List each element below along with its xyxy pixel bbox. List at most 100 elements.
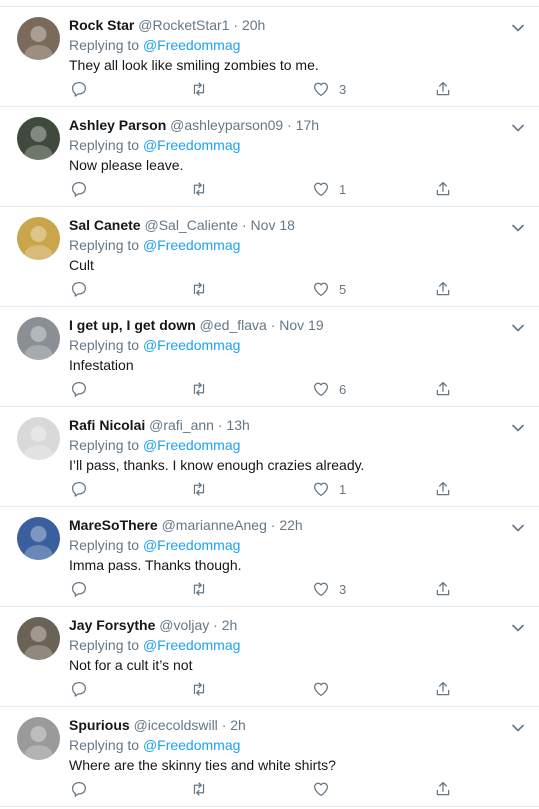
- replying-to-link[interactable]: @Freedommag: [143, 437, 240, 453]
- share-button[interactable]: [434, 79, 452, 99]
- timestamp[interactable]: Nov 19: [279, 317, 323, 333]
- timestamp[interactable]: 2h: [222, 617, 238, 633]
- like-button[interactable]: 5: [312, 279, 346, 299]
- retweet-button[interactable]: [190, 679, 208, 699]
- tweet-actions: 3: [70, 79, 470, 99]
- display-name[interactable]: I get up, I get down: [69, 317, 196, 333]
- replying-to-link[interactable]: @Freedommag: [143, 37, 240, 53]
- share-icon: [436, 181, 450, 196]
- timestamp[interactable]: Nov 18: [251, 217, 295, 233]
- retweet-button[interactable]: [190, 379, 208, 399]
- like-button[interactable]: 3: [312, 579, 346, 599]
- display-name[interactable]: MareSoThere: [69, 517, 158, 533]
- replying-to-link[interactable]: @Freedommag: [143, 637, 240, 653]
- tweet[interactable]: Rafi Nicolai @rafi_ann · 13h Replying to…: [0, 407, 539, 507]
- reply-button[interactable]: [70, 279, 88, 299]
- reply-button[interactable]: [70, 379, 88, 399]
- tweet[interactable]: Spurious @icecoldswill · 2h Replying to …: [0, 707, 539, 807]
- username-handle[interactable]: @ashleyparson09: [170, 117, 283, 133]
- share-button[interactable]: [434, 579, 452, 599]
- share-button[interactable]: [434, 479, 452, 499]
- like-button[interactable]: 1: [312, 179, 346, 199]
- tweet-text: They all look like smiling zombies to me…: [69, 57, 319, 73]
- like-button[interactable]: 3: [312, 79, 346, 99]
- username-handle[interactable]: @marianneAneg: [162, 517, 267, 533]
- replying-to-link[interactable]: @Freedommag: [143, 337, 240, 353]
- username-handle[interactable]: @Sal_Caliente: [144, 217, 238, 233]
- share-button[interactable]: [434, 679, 452, 699]
- chevron-down-icon[interactable]: [511, 521, 525, 535]
- display-name[interactable]: Sal Canete: [69, 217, 141, 233]
- avatar[interactable]: [17, 517, 60, 560]
- tweet[interactable]: I get up, I get down @ed_flava · Nov 19 …: [0, 307, 539, 407]
- avatar[interactable]: [17, 217, 60, 260]
- tweet-content: MareSoThere @marianneAneg · 22h Replying…: [69, 516, 509, 575]
- retweet-button[interactable]: [190, 779, 208, 799]
- replying-to-link[interactable]: @Freedommag: [143, 237, 240, 253]
- retweet-button[interactable]: [190, 179, 208, 199]
- avatar[interactable]: [17, 717, 60, 760]
- avatar[interactable]: [17, 317, 60, 360]
- display-name[interactable]: Spurious: [69, 717, 130, 733]
- retweet-button[interactable]: [190, 279, 208, 299]
- reply-button[interactable]: [70, 479, 88, 499]
- tweet[interactable]: Rock Star @RocketStar1 · 20h Replying to…: [0, 7, 539, 107]
- like-button[interactable]: 6: [312, 379, 346, 399]
- tweet[interactable]: Jay Forsythe @voljay · 2h Replying to @F…: [0, 607, 539, 707]
- reply-button[interactable]: [70, 579, 88, 599]
- timestamp[interactable]: 20h: [242, 17, 265, 33]
- share-button[interactable]: [434, 379, 452, 399]
- username-handle[interactable]: @voljay: [159, 617, 209, 633]
- tweet[interactable]: MareSoThere @marianneAneg · 22h Replying…: [0, 507, 539, 607]
- chevron-down-icon[interactable]: [511, 721, 525, 735]
- tweet-actions: 5: [70, 279, 470, 299]
- avatar[interactable]: [17, 17, 60, 60]
- reply-button[interactable]: [70, 79, 88, 99]
- timestamp[interactable]: 13h: [226, 417, 249, 433]
- display-name[interactable]: Ashley Parson: [69, 117, 166, 133]
- timestamp[interactable]: 17h: [296, 117, 319, 133]
- retweet-button[interactable]: [190, 79, 208, 99]
- avatar[interactable]: [17, 117, 60, 160]
- reply-button[interactable]: [70, 179, 88, 199]
- share-button[interactable]: [434, 179, 452, 199]
- replying-to-link[interactable]: @Freedommag: [143, 737, 240, 753]
- tweet-actions: [70, 779, 470, 799]
- share-button[interactable]: [434, 279, 452, 299]
- username-handle[interactable]: @ed_flava: [200, 317, 267, 333]
- username-handle[interactable]: @rafi_ann: [149, 417, 214, 433]
- chevron-down-icon[interactable]: [511, 21, 525, 35]
- reply-button[interactable]: [70, 679, 88, 699]
- avatar[interactable]: [17, 617, 60, 660]
- chevron-down-icon[interactable]: [511, 321, 525, 335]
- tweet-header: MareSoThere @marianneAneg · 22h: [69, 516, 509, 535]
- chevron-down-icon[interactable]: [511, 121, 525, 135]
- display-name[interactable]: Rock Star: [69, 17, 134, 33]
- tweet[interactable]: Sal Canete @Sal_Caliente · Nov 18 Replyi…: [0, 207, 539, 307]
- avatar[interactable]: [17, 417, 60, 460]
- retweet-button[interactable]: [190, 579, 208, 599]
- timestamp[interactable]: 2h: [230, 717, 246, 733]
- chevron-down-icon[interactable]: [511, 621, 525, 635]
- username-handle[interactable]: @icecoldswill: [134, 717, 218, 733]
- like-button[interactable]: 1: [312, 479, 346, 499]
- tweet-content: Sal Canete @Sal_Caliente · Nov 18 Replyi…: [69, 216, 509, 275]
- replying-to-link[interactable]: @Freedommag: [143, 537, 240, 553]
- timestamp[interactable]: 22h: [279, 517, 302, 533]
- display-name[interactable]: Rafi Nicolai: [69, 417, 145, 433]
- replying-to-label: Replying to: [69, 237, 140, 253]
- chevron-down-icon[interactable]: [511, 421, 525, 435]
- heart-icon: [313, 582, 329, 597]
- chevron-down-icon[interactable]: [511, 221, 525, 235]
- like-button[interactable]: [312, 779, 339, 799]
- retweet-button[interactable]: [190, 479, 208, 499]
- reply-button[interactable]: [70, 779, 88, 799]
- replying-to: Replying to @Freedommag: [69, 535, 509, 555]
- share-button[interactable]: [434, 779, 452, 799]
- like-button[interactable]: [312, 679, 339, 699]
- display-name[interactable]: Jay Forsythe: [69, 617, 155, 633]
- tweet[interactable]: Ashley Parson @ashleyparson09 · 17h Repl…: [0, 107, 539, 207]
- username-handle[interactable]: @RocketStar1: [138, 17, 229, 33]
- replying-to-link[interactable]: @Freedommag: [143, 137, 240, 153]
- reply-icon: [71, 181, 87, 197]
